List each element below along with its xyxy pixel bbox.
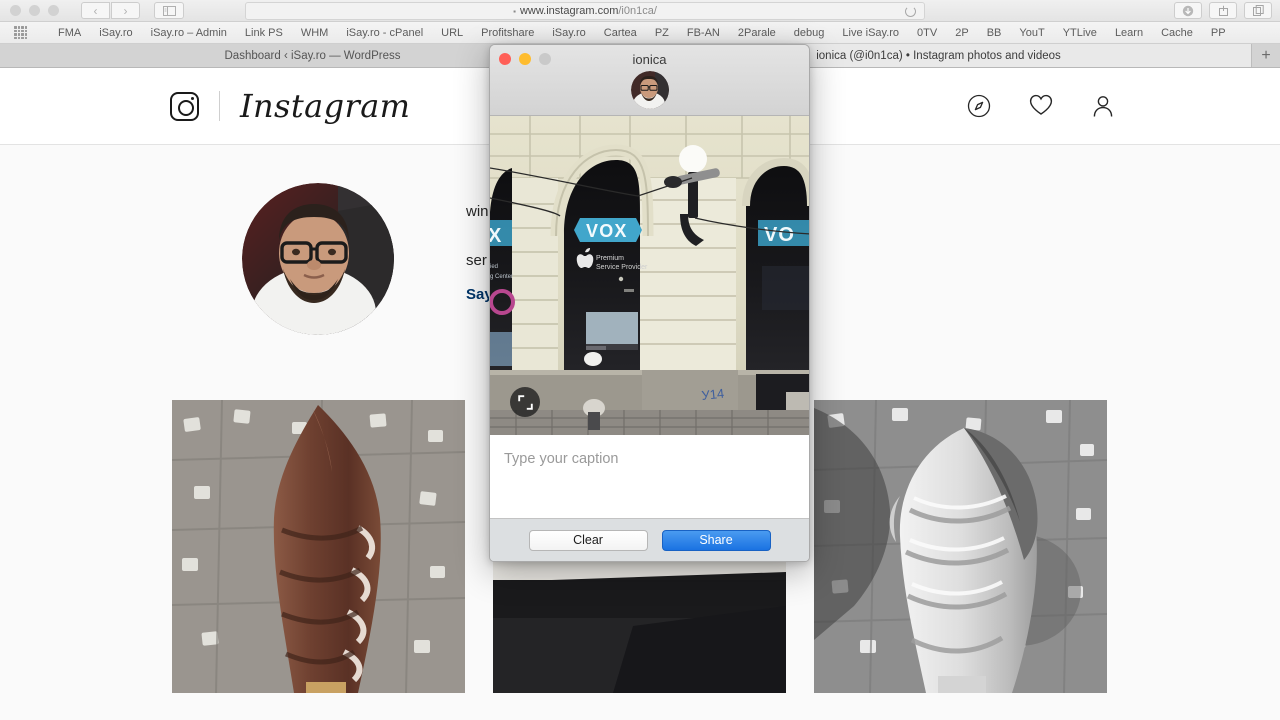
back-button[interactable]: ‹ — [81, 2, 110, 19]
profile-avatar[interactable] — [242, 183, 394, 335]
bookmark-item[interactable]: iSay.ro — [543, 22, 594, 44]
svg-text:VOX: VOX — [586, 221, 628, 241]
bookmark-item[interactable]: Link PS — [236, 22, 292, 44]
downloads-icon[interactable] — [1174, 2, 1202, 19]
explore-compass-icon[interactable] — [967, 94, 991, 118]
share-button[interactable]: Share — [661, 529, 771, 551]
activity-heart-icon[interactable] — [1029, 94, 1053, 118]
uploader-dialog[interactable]: ionica VO ied g Center VOX Premium Servi… — [489, 44, 810, 562]
bookmark-item[interactable]: YouT — [1010, 22, 1053, 44]
show-tabs-icon[interactable] — [1244, 2, 1272, 19]
uploader-footer: Clear Share — [490, 519, 809, 561]
bookmark-item[interactable]: Cache — [1152, 22, 1202, 44]
sidebar-toggle-button[interactable] — [154, 2, 184, 19]
vox-storefront-photo: VO X ied g Center VOX Premium Service Pr… — [490, 116, 809, 435]
instagram-wordmark: Instagram — [240, 87, 411, 125]
window-traffic-lights[interactable] — [10, 5, 59, 16]
uploader-close-button[interactable] — [499, 53, 511, 65]
reload-spinner-icon[interactable] — [905, 6, 916, 17]
svg-text:ied: ied — [490, 264, 498, 270]
zoom-window-button[interactable] — [48, 5, 59, 16]
svg-text:X: X — [490, 225, 502, 247]
instagram-camera-icon — [170, 91, 199, 121]
sidebar-icon — [162, 5, 176, 16]
bookmarks-bar: FMA iSay.ro iSay.ro – Admin Link PS WHM … — [0, 22, 1280, 44]
browser-toolbar: ‹ › ▪ www.instagram.com/i0n1ca/ — [0, 0, 1280, 22]
bookmark-list: FMA iSay.ro iSay.ro – Admin Link PS WHM … — [49, 22, 1235, 44]
grid-photo-chocolate-soft-serve[interactable] — [172, 400, 465, 693]
bookmark-item[interactable]: FB-AN — [678, 22, 729, 44]
close-window-button[interactable] — [10, 5, 21, 16]
logo-divider — [219, 91, 220, 121]
site-lock-icon: ▪ — [513, 6, 516, 16]
uploader-zoom-button[interactable] — [539, 53, 551, 65]
bookmark-item[interactable]: Profitshare — [472, 22, 543, 44]
minimize-window-button[interactable] — [29, 5, 40, 16]
bookmark-item[interactable]: FMA — [49, 22, 90, 44]
bookmark-item[interactable]: WHM — [292, 22, 338, 44]
bookmark-item[interactable]: iSay.ro – Admin — [142, 22, 236, 44]
expand-crop-icon[interactable] — [510, 387, 540, 417]
bw-ice-cream-image — [814, 400, 1107, 693]
chocolate-ice-cream-image — [172, 400, 465, 693]
bookmark-item[interactable]: iSay.ro — [90, 22, 141, 44]
share-icon[interactable] — [1209, 2, 1237, 19]
bookmark-item[interactable]: BB — [978, 22, 1011, 44]
svg-text:Service Provider: Service Provider — [596, 264, 648, 271]
uploader-avatar-photo — [630, 71, 669, 109]
address-bar[interactable]: ▪ www.instagram.com/i0n1ca/ — [245, 2, 925, 20]
avatar-photo — [242, 183, 394, 335]
show-all-bookmarks-icon[interactable] — [14, 26, 27, 39]
bookmark-item[interactable]: 2Parale — [729, 22, 785, 44]
uploader-photo-preview[interactable]: VO X ied g Center VOX Premium Service Pr… — [490, 116, 809, 435]
bookmark-item[interactable]: 2P — [946, 22, 977, 44]
bookmark-item[interactable]: debug — [785, 22, 834, 44]
profile-person-icon[interactable] — [1091, 94, 1115, 118]
url-path: /i0n1ca/ — [618, 5, 657, 17]
svg-text:У14: У14 — [701, 386, 725, 403]
instagram-logo[interactable]: Instagram — [170, 87, 410, 125]
bookmark-item[interactable]: iSay.ro - cPanel — [337, 22, 432, 44]
clear-button[interactable]: Clear — [528, 529, 648, 551]
svg-text:Premium: Premium — [596, 255, 624, 262]
new-tab-button[interactable]: + — [1252, 44, 1280, 67]
bookmark-item[interactable]: YTLive — [1054, 22, 1106, 44]
bookmark-item[interactable]: Live iSay.ro — [833, 22, 908, 44]
bookmark-item[interactable]: PP — [1202, 22, 1235, 44]
navigation-buttons[interactable]: ‹ › — [81, 2, 140, 19]
uploader-minimize-button[interactable] — [519, 53, 531, 65]
bookmark-item[interactable]: PZ — [646, 22, 678, 44]
toolbar-right-icons — [1174, 2, 1272, 19]
url-domain: www.instagram.com — [519, 5, 619, 17]
grid-photo-bw-soft-serve[interactable] — [814, 400, 1107, 693]
bookmark-item[interactable]: Cartea — [595, 22, 646, 44]
instagram-nav-icons — [967, 94, 1115, 118]
forward-button[interactable]: › — [111, 2, 140, 19]
uploader-account-avatar[interactable] — [630, 71, 669, 109]
bookmark-item[interactable]: URL — [432, 22, 472, 44]
uploader-traffic-lights[interactable] — [499, 53, 551, 65]
caption-input[interactable]: Type your caption — [490, 435, 809, 519]
expand-corners-icon — [517, 394, 533, 410]
svg-text:g Center: g Center — [490, 274, 513, 280]
svg-text:VO: VO — [764, 224, 795, 246]
bookmark-item[interactable]: 0TV — [908, 22, 946, 44]
bookmark-item[interactable]: Learn — [1106, 22, 1152, 44]
uploader-titlebar[interactable]: ionica — [490, 45, 809, 116]
